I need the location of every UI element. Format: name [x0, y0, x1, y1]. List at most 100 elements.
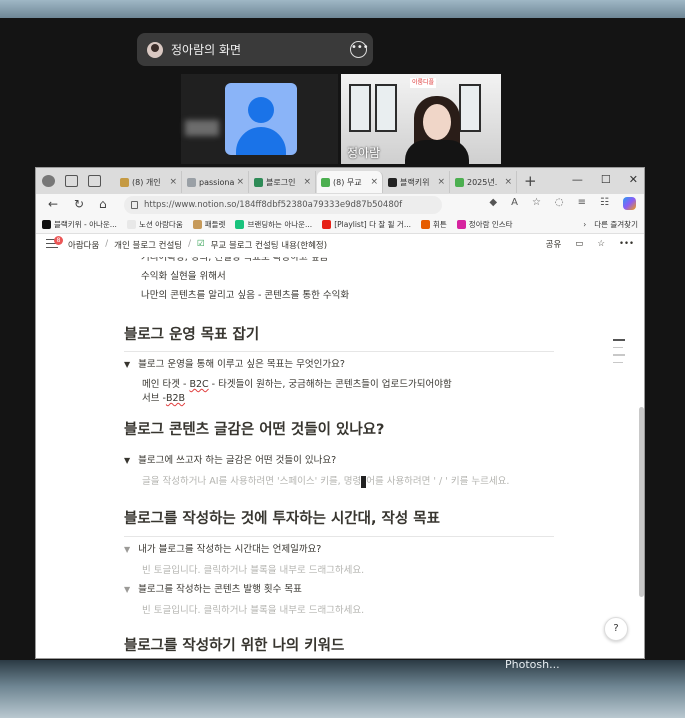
wall-sign: 이룸디플: [410, 78, 436, 88]
breadcrumb-item[interactable]: 무교 블로그 컨설팅 내용(한혜정): [211, 239, 327, 251]
close-tab-icon[interactable]: ×: [169, 177, 177, 187]
empty-toggle-placeholder[interactable]: 빈 토글입니다. 클릭하거나 블록을 내부로 드래그하세요.: [124, 602, 554, 620]
share-button[interactable]: 공유: [546, 238, 562, 250]
read-aloud-icon[interactable]: A: [511, 197, 518, 210]
favorite-page-icon[interactable]: ☆: [597, 239, 605, 249]
back-icon[interactable]: ←: [48, 197, 58, 211]
browser-tab[interactable]: (8) 개인 ×: [116, 171, 182, 193]
bookmark-favicon: [322, 220, 332, 229]
notification-badge: 8: [54, 236, 63, 245]
empty-block-placeholder[interactable]: 글을 작성하거나 AI를 사용하려면 '스페이스' 키를, 명령 어를 사용하려면…: [124, 473, 554, 491]
url-field[interactable]: https://www.notion.so/184ff8dbf52380a793…: [124, 196, 442, 214]
bookmark-favicon: [126, 220, 136, 229]
table-of-contents-rail[interactable]: [613, 339, 625, 363]
close-tab-icon[interactable]: ×: [437, 177, 445, 187]
scrollbar[interactable]: [639, 407, 644, 597]
bookmark-item[interactable]: 브랜딩하는 아나운...: [235, 219, 312, 230]
more-actions-icon[interactable]: •••: [619, 239, 634, 249]
section-heading[interactable]: 블로그 운영 목표 잡기: [124, 323, 554, 344]
bookmark-label: 브랜딩하는 아나운...: [247, 220, 313, 229]
window-shape: [375, 84, 397, 132]
copilot-icon[interactable]: [623, 197, 636, 210]
breadcrumb-item[interactable]: 개인 블로그 컨설팅: [114, 239, 182, 251]
tab-label: 2025년.: [467, 177, 498, 187]
toggle-caret-icon[interactable]: ▼: [124, 541, 130, 559]
toggle-caret-icon[interactable]: ▼: [124, 356, 130, 374]
bookmark-item[interactable]: 정아람 인스타: [456, 219, 513, 230]
bookmark-item[interactable]: 패들렛: [192, 219, 226, 230]
bookmark-favicon: [192, 220, 202, 229]
participant-tile-camera[interactable]: 이룸디플 정아람: [341, 74, 501, 164]
browser-tab[interactable]: 블랙키위 ×: [384, 171, 450, 193]
tab-favicon: [455, 177, 464, 187]
address-bar-row: ← ↻ ⌂ https://www.notion.so/184ff8dbf523…: [36, 194, 644, 216]
window-shape: [349, 84, 371, 132]
new-tab-button[interactable]: +: [524, 172, 537, 190]
bookmark-item[interactable]: 휘튼: [420, 219, 447, 230]
section-heading[interactable]: 블로그를 작성하는 것에 투자하는 시간대, 작성 목표: [124, 507, 554, 528]
toggle-caret-icon[interactable]: ▼: [124, 581, 130, 599]
taskbar-app-label[interactable]: Photosh...: [505, 658, 560, 671]
participant-name: 정아람: [347, 146, 381, 160]
bookmark-item[interactable]: 블랙키위 - 아나운...: [42, 219, 117, 230]
toggle-block[interactable]: ▼ 내가 블로그를 작성하는 시간대는 언제일까요?: [124, 541, 554, 559]
list-item[interactable]: 수익화 실현을 위해서: [124, 268, 554, 286]
check-icon: ☑: [197, 239, 205, 249]
minimize-button[interactable]: —: [572, 173, 583, 186]
close-window-button[interactable]: ✕: [629, 173, 638, 186]
extensions-icon[interactable]: ◌: [555, 197, 564, 210]
toggle-block[interactable]: ▼ 블로그를 작성하는 콘텐츠 발행 횟수 목표: [124, 581, 554, 599]
browser-tab[interactable]: 2025년. ×: [451, 171, 517, 193]
edge-browser-window: (8) 개인 × passiona × 블로그인 × (8) 무교 × 블랙키위 × 2025년. ×…: [35, 167, 645, 659]
tab-favicon: [321, 177, 330, 187]
home-icon[interactable]: ⌂: [99, 197, 107, 211]
section-heading[interactable]: 블로그 콘텐츠 글감은 어떤 것들이 있나요?: [124, 418, 554, 439]
comments-icon[interactable]: ▭: [575, 239, 583, 249]
empty-toggle-placeholder[interactable]: 빈 토글입니다. 클릭하거나 블록을 내부로 드래그하세요.: [124, 562, 554, 580]
favorite-star-icon[interactable]: ☆: [532, 197, 541, 210]
tab-favicon: [254, 177, 263, 187]
bookmark-label: 패들렛: [204, 220, 226, 229]
bookmark-label: 노션 아람다움: [138, 220, 183, 229]
toggle-block[interactable]: ▼ 블로그 운영을 통해 이루고 싶은 목표는 무엇인가요?: [124, 356, 554, 374]
workspaces-icon[interactable]: [65, 175, 78, 187]
close-tab-icon[interactable]: ×: [370, 177, 378, 187]
toggle-caret-icon[interactable]: ▼: [124, 452, 130, 470]
maximize-button[interactable]: ☐: [601, 173, 611, 186]
tag-icon[interactable]: ◆: [489, 197, 497, 210]
other-favorites-folder[interactable]: 다른 즐겨찾기: [594, 219, 638, 230]
help-button[interactable]: ?: [604, 617, 628, 641]
tab-favicon: [187, 177, 196, 187]
desktop-wallpaper-top: [0, 0, 685, 18]
tab-actions-icon[interactable]: [88, 175, 101, 187]
collections-icon[interactable]: ≡: [578, 197, 586, 210]
list-item[interactable]: 나만의 콘텐츠를 알리고 싶음 - 콘텐츠를 통한 수익화: [124, 287, 554, 305]
more-options-icon[interactable]: •••: [350, 41, 369, 58]
close-tab-icon[interactable]: ×: [303, 177, 311, 187]
close-tab-icon[interactable]: ×: [236, 177, 244, 187]
toggle-block[interactable]: ▼ 블로그에 쓰고자 하는 글감은 어떤 것들이 있나요?: [124, 452, 554, 470]
participant-tile-avatar[interactable]: [181, 74, 338, 164]
presenter-avatar: [147, 41, 163, 58]
tab-label: (8) 무교: [333, 177, 362, 187]
breadcrumb-item[interactable]: 아람다움: [68, 239, 99, 251]
close-tab-icon[interactable]: ×: [504, 177, 512, 187]
browser-tab[interactable]: 블로그인 ×: [250, 171, 316, 193]
browser-tab[interactable]: passiona ×: [183, 171, 249, 193]
list-item[interactable]: 커리어확장, 강의, 컨설팅 목표로 확장하고 싶음: [124, 257, 554, 267]
tab-favicon: [388, 177, 397, 187]
profile-icon[interactable]: [42, 175, 55, 187]
chevron-right-icon[interactable]: ›: [583, 220, 586, 229]
favorites-icon[interactable]: ☷: [600, 197, 609, 210]
default-avatar-icon: [225, 83, 297, 155]
bookmarks-bar: 블랙키위 - 아나운... 노션 아람다움 패들렛 브랜딩하는 아나운... [Play…: [36, 216, 644, 234]
tab-label: 블로그인: [266, 177, 296, 187]
bookmark-item[interactable]: [Playlist] 다 잘 될 거...: [322, 219, 411, 230]
bookmark-item[interactable]: 노션 아람다움: [126, 219, 183, 230]
browser-tab[interactable]: (8) 무교 ×: [317, 171, 383, 193]
tab-label: passiona: [199, 177, 235, 187]
refresh-icon[interactable]: ↻: [74, 197, 84, 211]
presenter-pill[interactable]: 정아람의 화면 •••: [137, 33, 373, 66]
blurred-participant-name: [185, 120, 219, 136]
section-heading[interactable]: 블로그를 작성하기 위한 나의 키워드: [124, 634, 554, 655]
